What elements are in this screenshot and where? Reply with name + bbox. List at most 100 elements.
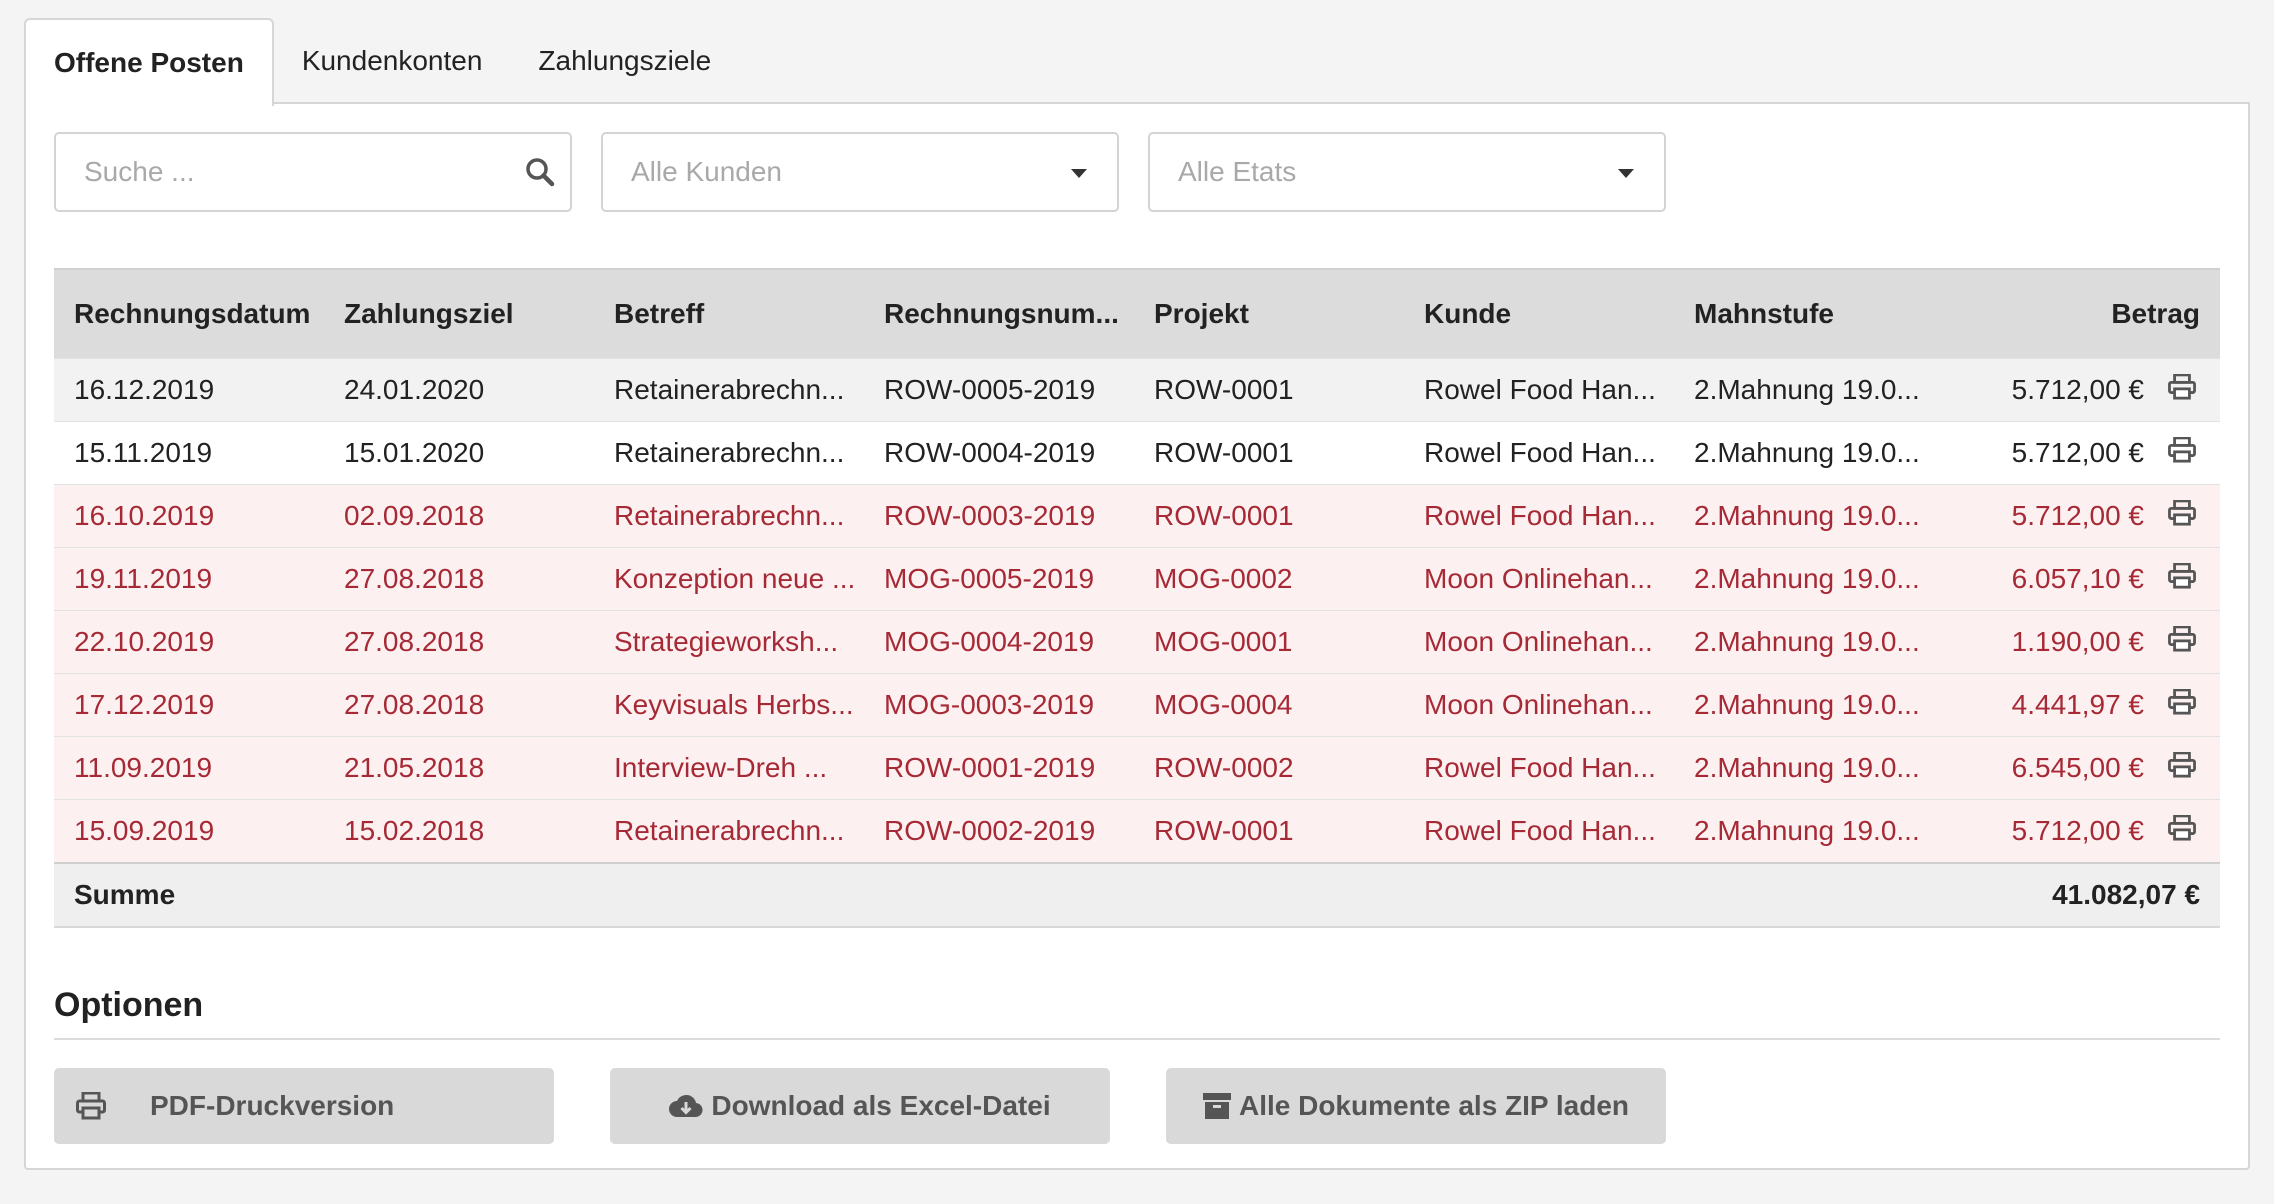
column-header[interactable]: Betrag	[1944, 268, 2221, 359]
table-row[interactable]: 15.09.2019 15.02.2018 Retainerabrechn... RO…	[54, 799, 2221, 863]
search-field	[54, 132, 572, 212]
printer-icon	[76, 1092, 114, 1120]
project-cell: ROW-0001	[1134, 358, 1404, 422]
tab-offene-posten[interactable]: Offene Posten	[24, 18, 274, 106]
pdf-print-button[interactable]: PDF-Druckversion	[54, 1068, 554, 1144]
customer-cell: Rowel Food Han...	[1404, 421, 1674, 485]
invoice-date-cell: 15.11.2019	[54, 421, 324, 485]
table-header-row: Rechnungsdatum Zahlungsziel Betreff Rech…	[54, 268, 2221, 359]
invoice-date-cell: 16.12.2019	[54, 358, 324, 422]
invoice-date-cell: 16.10.2019	[54, 484, 324, 548]
project-cell: ROW-0001	[1134, 799, 1404, 863]
print-cell	[2144, 736, 2221, 800]
dunning-level-cell: 2.Mahnung 19.0...	[1674, 358, 1944, 422]
chevron-down-icon	[1071, 169, 1087, 178]
invoice-date-cell: 19.11.2019	[54, 547, 324, 611]
customer-cell: Moon Onlinehan...	[1404, 673, 1674, 737]
print-cell	[2144, 673, 2221, 737]
budget-select[interactable]: Alle Etats	[1148, 132, 1666, 212]
printer-icon[interactable]	[2168, 751, 2196, 785]
customer-cell: Rowel Food Han...	[1404, 736, 1674, 800]
table-row[interactable]: 16.12.2019 24.01.2020 Retainerabrechn... RO…	[54, 358, 2221, 422]
table-row[interactable]: 11.09.2019 21.05.2018 Interview-Dreh ... RO…	[54, 736, 2221, 800]
dunning-level-cell: 2.Mahnung 19.0...	[1674, 799, 1944, 863]
archive-icon	[1202, 1093, 1239, 1119]
printer-icon[interactable]	[2168, 373, 2196, 407]
subject-cell: Keyvisuals Herbs...	[594, 673, 864, 737]
column-header[interactable]: Rechnungsnum...	[864, 268, 1134, 359]
sum-label: Summe	[54, 862, 1944, 928]
invoice-number-cell: ROW-0001-2019	[864, 736, 1134, 800]
project-cell: MOG-0004	[1134, 673, 1404, 737]
amount-cell: 1.190,00 €	[1944, 610, 2144, 674]
zip-download-button[interactable]: Alle Dokumente als ZIP laden	[1166, 1068, 1666, 1144]
column-header[interactable]: Rechnungsdatum	[54, 268, 324, 359]
payment-due-cell: 21.05.2018	[324, 736, 594, 800]
tab-zahlungsziele[interactable]: Zahlungsziele	[510, 18, 739, 104]
excel-download-button[interactable]: Download als Excel-Datei	[610, 1068, 1110, 1144]
column-header[interactable]: Betreff	[594, 268, 864, 359]
dunning-level-cell: 2.Mahnung 19.0...	[1674, 673, 1944, 737]
search-input[interactable]	[56, 134, 570, 210]
table-row[interactable]: 16.10.2019 02.09.2018 Retainerabrechn... RO…	[54, 484, 2221, 548]
customer-select-value: Alle Kunden	[631, 156, 783, 187]
sum-value: 41.082,07 €	[1944, 862, 2221, 928]
project-cell: MOG-0001	[1134, 610, 1404, 674]
customer-cell: Rowel Food Han...	[1404, 358, 1674, 422]
print-cell	[2144, 799, 2221, 863]
excel-download-label: Download als Excel-Datei	[711, 1090, 1051, 1121]
customer-cell: Rowel Food Han...	[1404, 484, 1674, 548]
invoice-date-cell: 11.09.2019	[54, 736, 324, 800]
tab-kundenkonten[interactable]: Kundenkonten	[274, 18, 511, 104]
tab-bar: Offene Posten Kundenkonten Zahlungsziele	[24, 18, 739, 106]
column-header[interactable]: Projekt	[1134, 268, 1404, 359]
table-row[interactable]: 15.11.2019 15.01.2020 Retainerabrechn... RO…	[54, 421, 2221, 485]
amount-cell: 5.712,00 €	[1944, 421, 2144, 485]
customer-cell: Moon Onlinehan...	[1404, 610, 1674, 674]
subject-cell: Retainerabrechn...	[594, 421, 864, 485]
print-cell	[2144, 358, 2221, 422]
project-cell: MOG-0002	[1134, 547, 1404, 611]
subject-cell: Retainerabrechn...	[594, 484, 864, 548]
dunning-level-cell: 2.Mahnung 19.0...	[1674, 484, 1944, 548]
subject-cell: Retainerabrechn...	[594, 358, 864, 422]
amount-cell: 5.712,00 €	[1944, 358, 2144, 422]
project-cell: ROW-0002	[1134, 736, 1404, 800]
print-cell	[2144, 610, 2221, 674]
amount-cell: 6.057,10 €	[1944, 547, 2144, 611]
invoice-number-cell: MOG-0003-2019	[864, 673, 1134, 737]
print-cell	[2144, 547, 2221, 611]
printer-icon[interactable]	[2168, 814, 2196, 848]
printer-icon[interactable]	[2168, 625, 2196, 659]
project-cell: ROW-0001	[1134, 421, 1404, 485]
table-row[interactable]: 17.12.2019 27.08.2018 Keyvisuals Herbs... M…	[54, 673, 2221, 737]
payment-due-cell: 15.02.2018	[324, 799, 594, 863]
column-header[interactable]: Zahlungsziel	[324, 268, 594, 359]
printer-icon[interactable]	[2168, 562, 2196, 596]
options-title: Optionen	[54, 986, 204, 1024]
dunning-level-cell: 2.Mahnung 19.0...	[1674, 547, 1944, 611]
table-row[interactable]: 19.11.2019 27.08.2018 Konzeption neue ... M…	[54, 547, 2221, 611]
printer-icon[interactable]	[2168, 688, 2196, 722]
invoice-number-cell: ROW-0005-2019	[864, 358, 1134, 422]
table-row[interactable]: 22.10.2019 27.08.2018 Strategieworksh... MO…	[54, 610, 2221, 674]
print-cell	[2144, 421, 2221, 485]
payment-due-cell: 27.08.2018	[324, 547, 594, 611]
invoice-date-cell: 22.10.2019	[54, 610, 324, 674]
search-icon[interactable]	[524, 156, 556, 195]
amount-cell: 6.545,00 €	[1944, 736, 2144, 800]
column-header[interactable]: Kunde	[1404, 268, 1674, 359]
printer-icon[interactable]	[2168, 436, 2196, 470]
payment-due-cell: 02.09.2018	[324, 484, 594, 548]
dunning-level-cell: 2.Mahnung 19.0...	[1674, 610, 1944, 674]
dunning-level-cell: 2.Mahnung 19.0...	[1674, 736, 1944, 800]
customer-select[interactable]: Alle Kunden	[601, 132, 1119, 212]
amount-cell: 4.441,97 €	[1944, 673, 2144, 737]
column-header[interactable]: Mahnstufe	[1674, 268, 1944, 359]
printer-icon[interactable]	[2168, 499, 2196, 533]
sum-row: Summe 41.082,07 €	[54, 862, 2221, 928]
payment-due-cell: 24.01.2020	[324, 358, 594, 422]
amount-cell: 5.712,00 €	[1944, 484, 2144, 548]
customer-cell: Rowel Food Han...	[1404, 799, 1674, 863]
cloud-download-icon	[669, 1093, 711, 1119]
